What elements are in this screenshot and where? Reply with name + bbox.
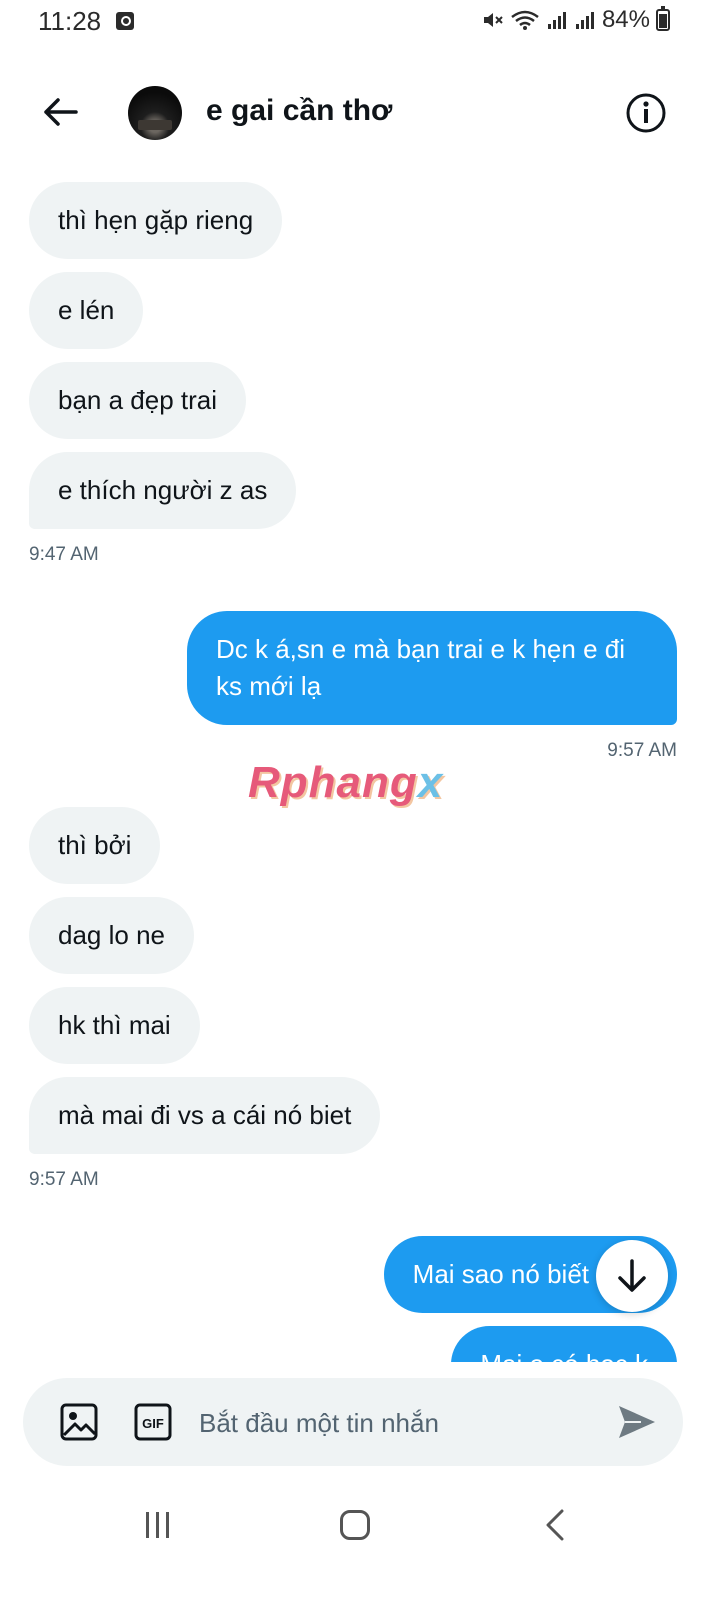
message-input[interactable] (197, 1398, 601, 1448)
battery-level: 84% (601, 6, 650, 33)
message-list[interactable]: thì hẹn gặp rieng e lén bạn a đẹp trai e… (0, 160, 720, 1362)
send-icon[interactable] (615, 1400, 659, 1444)
message-bubble-incoming[interactable]: mà mai đi vs a cái nó biet (29, 1077, 381, 1154)
contact-name[interactable]: e gai cần thơ (206, 94, 392, 128)
info-icon[interactable] (625, 92, 667, 134)
status-time: 11:28 (38, 6, 102, 36)
back-arrow-icon (44, 98, 78, 126)
message-bubble-incoming[interactable]: bạn a đẹp trai (29, 362, 247, 439)
svg-text:GIF: GIF (142, 1416, 164, 1431)
message-composer: GIF (23, 1378, 683, 1466)
message-bubble-incoming[interactable]: thì bởi (29, 807, 161, 884)
image-icon[interactable] (59, 1402, 99, 1442)
mute-icon (483, 13, 503, 27)
avatar[interactable] (128, 86, 182, 140)
status-bar: 11:28 84% (0, 0, 720, 44)
message-bubble-incoming[interactable]: hk thì mai (29, 987, 200, 1064)
message-timestamp: 9:57 AM (29, 1169, 99, 1190)
back-icon[interactable] (540, 1508, 570, 1542)
conversation-header: e gai cần thơ (0, 68, 720, 158)
signal-icon (575, 12, 594, 29)
message-bubble-incoming[interactable]: e lén (29, 272, 144, 349)
message-bubble-outgoing[interactable]: Mai e có học k (451, 1326, 677, 1362)
battery-icon (656, 6, 670, 31)
gif-icon[interactable]: GIF (133, 1402, 173, 1442)
message-bubble-incoming[interactable]: dag lo ne (29, 897, 194, 974)
message-bubble-incoming[interactable]: thì hẹn gặp rieng (29, 182, 283, 259)
scroll-to-bottom-button[interactable] (596, 1240, 668, 1312)
back-button[interactable] (34, 90, 86, 134)
message-timestamp: 9:57 AM (607, 740, 677, 761)
system-nav-bar (0, 1480, 720, 1570)
status-indicators: 84% (482, 6, 670, 34)
signal-icon (547, 12, 566, 29)
recent-apps-icon[interactable] (140, 1510, 176, 1540)
wifi-icon (511, 10, 539, 30)
message-bubble-outgoing[interactable]: Dc k á,sn e mà bạn trai e k hẹn e đi ks … (187, 611, 677, 725)
message-bubble-incoming[interactable]: e thích người z as (29, 452, 297, 529)
alarm-icon (116, 12, 134, 30)
message-timestamp: 9:47 AM (29, 544, 99, 565)
watermark-logo: Rphangx (248, 758, 444, 807)
home-icon[interactable] (340, 1510, 370, 1540)
arrow-down-icon (618, 1259, 646, 1292)
